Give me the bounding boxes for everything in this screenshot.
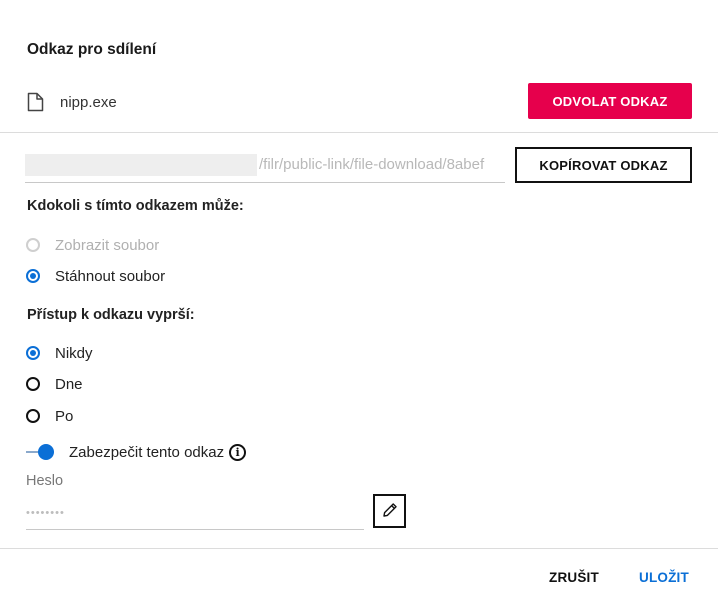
share-link-field[interactable]: /filr/public-link/file-download/8abef xyxy=(25,150,505,183)
secure-link-toggle[interactable] xyxy=(26,442,56,462)
radio-button[interactable] xyxy=(26,346,40,360)
radio-view-file: Zobrazit soubor xyxy=(26,234,159,256)
file-icon xyxy=(27,92,44,112)
copy-link-button[interactable]: KOPÍROVAT ODKAZ xyxy=(515,147,692,183)
permissions-label: Kdokoli s tímto odkazem může: xyxy=(27,198,244,214)
save-button[interactable]: ULOŽIT xyxy=(639,566,689,588)
secure-link-label: Zabezpečit tento odkaz xyxy=(69,443,225,461)
radio-label: Dne xyxy=(55,375,83,393)
share-link-text: /filr/public-link/file-download/8abef xyxy=(259,156,485,173)
radio-label: Po xyxy=(55,407,74,425)
dialog-title: Odkaz pro sdílení xyxy=(27,41,157,58)
radio-expire-never[interactable]: Nikdy xyxy=(26,342,93,364)
info-icon[interactable]: i xyxy=(229,443,247,461)
link-redacted-prefix xyxy=(25,154,257,176)
radio-button[interactable] xyxy=(26,269,40,283)
password-masked-value: •••••••• xyxy=(26,507,65,519)
radio-button xyxy=(26,238,40,252)
header-divider xyxy=(0,132,718,133)
revoke-link-button[interactable]: ODVOLAT ODKAZ xyxy=(528,83,692,119)
file-name: nipp.exe xyxy=(60,93,117,111)
radio-download-file[interactable]: Stáhnout soubor xyxy=(26,265,165,287)
file-row: nipp.exe xyxy=(27,90,117,114)
radio-label: Zobrazit soubor xyxy=(55,236,160,254)
radio-label: Nikdy xyxy=(55,344,93,362)
radio-button[interactable] xyxy=(26,377,40,391)
edit-password-button[interactable] xyxy=(373,494,406,528)
password-label: Heslo xyxy=(26,473,64,489)
cancel-button[interactable]: ZRUŠIT xyxy=(549,566,599,588)
radio-label: Stáhnout soubor xyxy=(55,267,166,285)
secure-link-row: Zabezpečit tento odkaz i xyxy=(26,440,247,464)
password-field[interactable]: •••••••• xyxy=(26,503,364,530)
expiration-label: Přístup k odkazu vyprší: xyxy=(27,307,195,323)
radio-expire-after[interactable]: Po xyxy=(26,405,73,427)
pencil-icon xyxy=(381,501,399,522)
toggle-knob xyxy=(38,444,54,460)
radio-expire-on-date[interactable]: Dne xyxy=(26,373,83,395)
share-link-dialog: Odkaz pro sdílení nipp.exe ODVOLAT ODKAZ… xyxy=(0,0,718,602)
footer-divider xyxy=(0,548,718,549)
radio-button[interactable] xyxy=(26,409,40,423)
